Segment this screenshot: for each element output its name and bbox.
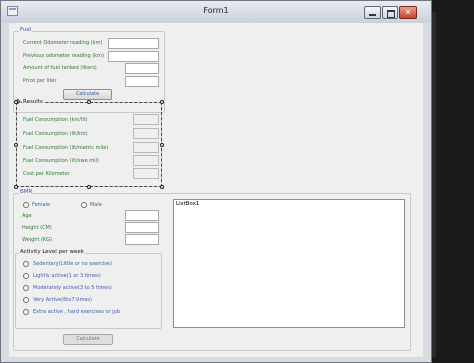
activity-radio-extra[interactable] — [23, 309, 29, 315]
resize-handle-ne[interactable] — [160, 100, 164, 104]
activity-radio-very[interactable] — [23, 297, 29, 303]
resize-handle-e[interactable] — [160, 143, 164, 147]
result-lit-per-metric-mile-label: Fuel Consumption (lit/metric mile) — [23, 145, 109, 151]
cost-per-km-label: Cost per Kilometer — [23, 171, 70, 177]
result-km-per-lit-output — [133, 114, 159, 125]
bmr-group-caption: BMR — [19, 189, 34, 195]
maximize-button[interactable] — [382, 6, 398, 19]
activity-label-sedentary[interactable]: Sedentary(Little or no exercise) — [33, 261, 112, 267]
activity-radio-sedentary[interactable] — [23, 261, 29, 267]
male-radio-label[interactable]: Male — [90, 202, 102, 208]
previous-odometer-input[interactable] — [108, 51, 159, 62]
result-lit-per-km-label: Fuel Consumption (lit/km) — [23, 131, 88, 137]
resize-handle-sw[interactable] — [14, 185, 18, 189]
result-lit-per-swe-mil-label: Fuel Consumption (lit/swe mil) — [23, 158, 99, 164]
weight-label: Weight (KG) — [22, 237, 53, 243]
minimize-icon — [369, 14, 376, 16]
form-client-area: Fuel Current Odometer reading (km) Previ… — [9, 23, 423, 357]
close-icon: ✕ — [404, 8, 412, 17]
result-km-per-lit-label: Fuel Consumption (km/lit) — [23, 117, 88, 123]
results-group-caption: Results — [22, 99, 44, 105]
activity-label-very[interactable]: Very Active(6to7 times) — [33, 297, 92, 303]
close-button[interactable]: ✕ — [399, 6, 417, 19]
male-radio[interactable] — [81, 202, 87, 208]
resize-handle-nw[interactable] — [14, 100, 18, 104]
resize-handle-s[interactable] — [87, 185, 91, 189]
fuel-calculate-button[interactable]: Calculate — [63, 89, 112, 100]
activity-label-lightly[interactable]: Lightly active(1 or 3 times) — [33, 273, 101, 279]
activity-radio-lightly[interactable] — [23, 273, 29, 279]
minimize-button[interactable] — [364, 6, 381, 19]
maximize-icon — [387, 10, 395, 18]
listbox-item[interactable]: ListBox1 — [176, 201, 199, 207]
designer-scrollbar[interactable] — [432, 12, 436, 357]
activity-radio-moderately[interactable] — [23, 285, 29, 291]
height-label: Height (CM) — [22, 225, 52, 231]
resize-handle-w[interactable] — [14, 143, 18, 147]
designer-background — [432, 0, 474, 363]
price-per-liter-input[interactable] — [125, 76, 159, 87]
fuel-tanked-input[interactable] — [125, 63, 159, 74]
female-radio[interactable] — [23, 202, 29, 208]
age-label: Age — [22, 213, 32, 219]
fuel-group-caption: Fuel — [19, 27, 33, 33]
price-per-liter-label: Price per liter — [23, 78, 57, 84]
cost-per-km-output — [133, 168, 159, 179]
activity-group-caption: Activity Level per week — [19, 249, 85, 255]
bmr-calculate-button[interactable]: Calculate — [63, 334, 113, 345]
form1-window: Form1 ✕ Fuel Current Odometer reading (k… — [0, 0, 432, 363]
activity-label-moderately[interactable]: Moderately active(3 to 5 times) — [33, 285, 112, 291]
title-bar[interactable]: Form1 ✕ — [1, 1, 431, 23]
result-lit-per-metric-mile-output — [133, 142, 159, 153]
listbox[interactable]: ListBox1 — [173, 199, 405, 328]
current-odometer-label: Current Odometer reading (km) — [23, 40, 103, 46]
weight-input[interactable] — [125, 234, 159, 245]
height-input[interactable] — [125, 222, 159, 233]
result-lit-per-km-output — [133, 128, 159, 139]
activity-label-extra[interactable]: Extra active , hard exercises or job — [33, 309, 120, 315]
previous-odometer-label: Previous odometer reading (km) — [23, 53, 104, 59]
age-input[interactable] — [125, 210, 159, 221]
female-radio-label[interactable]: Female — [32, 202, 50, 208]
fuel-tanked-label: Amount of fuel tanked (liters) — [23, 65, 97, 71]
resize-handle-n[interactable] — [87, 100, 91, 104]
resize-handle-se[interactable] — [160, 185, 164, 189]
current-odometer-input[interactable] — [108, 38, 159, 49]
result-lit-per-swe-mil-output — [133, 155, 159, 166]
